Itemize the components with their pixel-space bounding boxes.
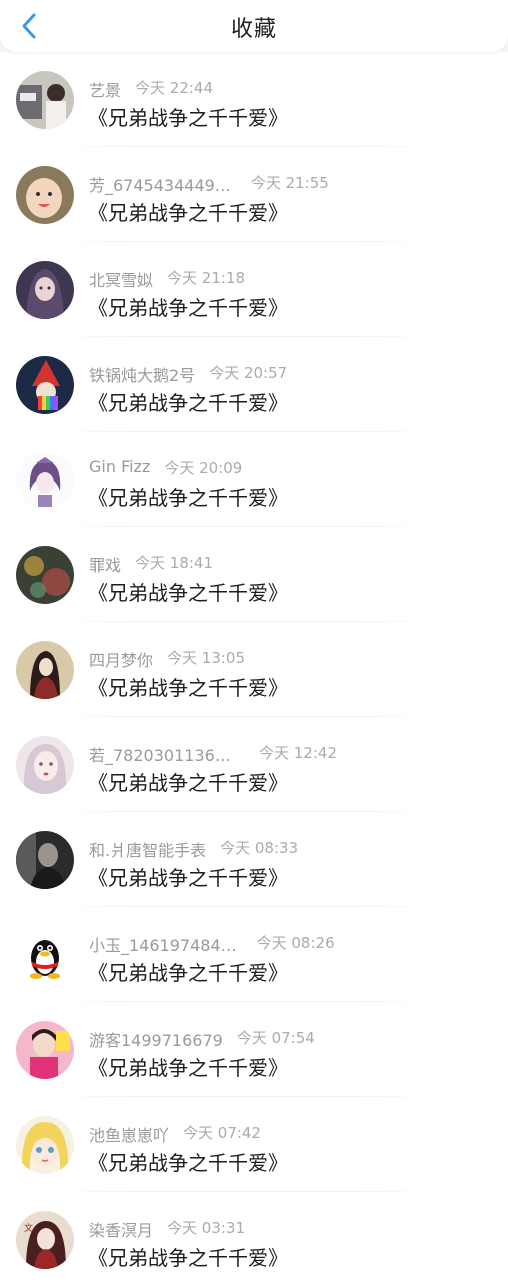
entry-meta: 和.爿唐智能手表 今天 08:33 — [89, 837, 299, 860]
timestamp: 今天 22:44 — [135, 79, 214, 97]
timestamp: 今天 03:31 — [167, 1219, 246, 1237]
user-name[interactable]: 染香溟月 — [89, 1217, 153, 1241]
avatar[interactable] — [16, 546, 74, 604]
timestamp: 今天 18:41 — [135, 554, 214, 572]
entry-meta: 染香溟月 今天 03:31 — [89, 1217, 246, 1240]
book-title-link[interactable]: 《兄弟战争之千千爱》 — [88, 862, 288, 891]
entry-meta: 北冥雪姒 今天 21:18 — [89, 267, 246, 290]
timestamp: 今天 20:57 — [209, 364, 288, 382]
entry-meta: Gin Fizz 今天 20:09 — [89, 457, 242, 477]
avatar[interactable] — [16, 831, 74, 889]
user-name[interactable]: 罪戏 — [89, 552, 121, 576]
avatar[interactable] — [16, 71, 74, 129]
avatar[interactable]: 文 — [16, 1211, 74, 1269]
entry-meta: 若_78203011361… 今天 12:42 — [89, 742, 337, 765]
entry-meta: 艺景 今天 22:44 — [89, 77, 214, 100]
book-title-link[interactable]: 《兄弟战争之千千爱》 — [88, 1147, 288, 1176]
book-title-link[interactable]: 《兄弟战争之千千爱》 — [88, 1052, 288, 1081]
entry-meta: 小玉_146197484… 今天 08:26 — [89, 932, 335, 955]
timestamp: 今天 21:55 — [250, 174, 329, 192]
user-name[interactable]: 四月梦你 — [89, 647, 153, 671]
list-item[interactable]: 芳_6745434449… 今天 21:55 《兄弟战争之千千爱》 — [0, 147, 508, 242]
user-name[interactable]: 游客1499716679 — [89, 1027, 223, 1051]
book-title-link[interactable]: 《兄弟战争之千千爱》 — [88, 577, 288, 606]
list-item[interactable]: 罪戏 今天 18:41 《兄弟战争之千千爱》 — [0, 527, 508, 622]
timestamp: 今天 07:42 — [183, 1124, 262, 1142]
list-item[interactable]: 文 染香溟月 今天 03:31 《兄弟战争之千千爱》 — [0, 1192, 508, 1280]
avatar[interactable] — [16, 926, 74, 984]
entry-meta: 池鱼崽崽吖 今天 07:42 — [89, 1122, 262, 1145]
user-name[interactable]: 若_78203011361… — [89, 742, 239, 766]
list-item[interactable]: Gin Fizz 今天 20:09 《兄弟战争之千千爱》 — [0, 432, 508, 527]
book-title-link[interactable]: 《兄弟战争之千千爱》 — [88, 387, 288, 416]
avatar[interactable] — [16, 1021, 74, 1079]
list-item[interactable]: 和.爿唐智能手表 今天 08:33 《兄弟战争之千千爱》 — [0, 812, 508, 907]
avatar[interactable] — [16, 736, 74, 794]
user-name[interactable]: 铁锅炖大鹅2号 — [89, 362, 195, 386]
book-title-link[interactable]: 《兄弟战争之千千爱》 — [88, 1242, 288, 1271]
user-name[interactable]: 和.爿唐智能手表 — [89, 837, 206, 861]
list-item[interactable]: 小玉_146197484… 今天 08:26 《兄弟战争之千千爱》 — [0, 907, 508, 1002]
entry-meta: 游客1499716679 今天 07:54 — [89, 1027, 315, 1050]
book-title-link[interactable]: 《兄弟战争之千千爱》 — [88, 957, 288, 986]
entry-meta: 芳_6745434449… 今天 21:55 — [89, 172, 329, 195]
book-title-link[interactable]: 《兄弟战争之千千爱》 — [88, 767, 288, 796]
user-name[interactable]: 池鱼崽崽吖 — [89, 1122, 169, 1146]
user-name[interactable]: 北冥雪姒 — [89, 267, 153, 291]
timestamp: 今天 12:42 — [259, 744, 337, 762]
list-item[interactable]: 游客1499716679 今天 07:54 《兄弟战争之千千爱》 — [0, 1002, 508, 1097]
timestamp: 今天 13:05 — [167, 649, 246, 667]
list-item[interactable]: 北冥雪姒 今天 21:18 《兄弟战争之千千爱》 — [0, 242, 508, 337]
entry-meta: 罪戏 今天 18:41 — [89, 552, 214, 575]
book-title-link[interactable]: 《兄弟战争之千千爱》 — [88, 292, 288, 321]
book-title-link[interactable]: 《兄弟战争之千千爱》 — [88, 197, 288, 226]
user-name[interactable]: Gin Fizz — [89, 457, 150, 476]
user-name[interactable]: 芳_6745434449… — [89, 172, 231, 196]
timestamp: 今天 07:54 — [236, 1029, 315, 1047]
timestamp: 今天 08:33 — [220, 839, 299, 857]
timestamp: 今天 21:18 — [167, 269, 246, 287]
page-title: 收藏 — [230, 17, 277, 42]
user-name[interactable]: 小玉_146197484… — [89, 932, 237, 956]
entry-meta: 铁锅炖大鹅2号 今天 20:57 — [89, 362, 288, 385]
svg-text:文: 文 — [24, 1222, 33, 1234]
avatar[interactable] — [16, 261, 74, 319]
list-item[interactable]: 铁锅炖大鹅2号 今天 20:57 《兄弟战争之千千爱》 — [0, 337, 508, 432]
list-item[interactable]: 四月梦你 今天 13:05 《兄弟战争之千千爱》 — [0, 622, 508, 717]
avatar[interactable] — [16, 641, 74, 699]
book-title-link[interactable]: 《兄弟战争之千千爱》 — [88, 672, 288, 701]
avatar[interactable] — [16, 166, 74, 224]
timestamp: 今天 08:26 — [256, 934, 335, 952]
user-name[interactable]: 艺景 — [89, 77, 121, 101]
entry-meta: 四月梦你 今天 13:05 — [89, 647, 246, 670]
favorites-list: 艺景 今天 22:44 《兄弟战争之千千爱》 芳_6745434449… 今天 21… — [0, 52, 508, 1280]
avatar[interactable] — [16, 1116, 74, 1174]
list-item[interactable]: 若_78203011361… 今天 12:42 《兄弟战争之千千爱》 — [0, 717, 508, 812]
timestamp: 今天 20:09 — [164, 459, 243, 477]
list-item[interactable]: 艺景 今天 22:44 《兄弟战争之千千爱》 — [0, 52, 508, 147]
avatar[interactable] — [16, 451, 74, 509]
book-title-link[interactable]: 《兄弟战争之千千爱》 — [88, 102, 288, 131]
book-title-link[interactable]: 《兄弟战争之千千爱》 — [88, 482, 288, 511]
avatar[interactable] — [16, 356, 74, 414]
list-item[interactable]: 池鱼崽崽吖 今天 07:42 《兄弟战争之千千爱》 — [0, 1097, 508, 1192]
top-bar: 收藏 — [0, 0, 508, 52]
